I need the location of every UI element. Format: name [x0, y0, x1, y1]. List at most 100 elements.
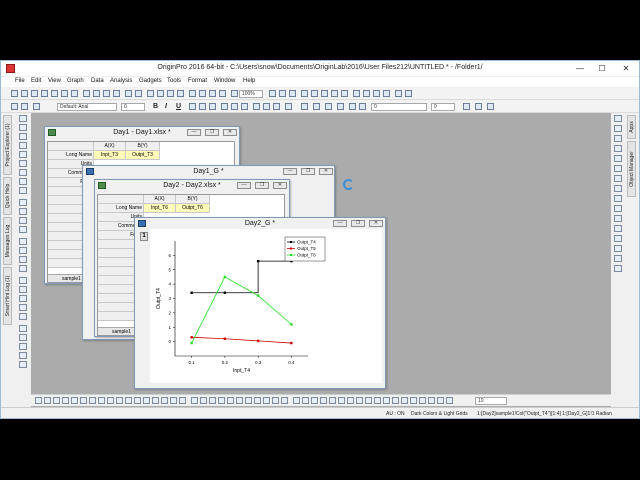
column-plot-icon[interactable] — [62, 397, 69, 404]
pie-chart-icon[interactable] — [98, 397, 105, 404]
layer-indicator[interactable]: 1 — [140, 232, 148, 241]
unlock-icon[interactable] — [11, 103, 18, 110]
import-excel-icon[interactable] — [177, 90, 184, 97]
zoom-in-icon[interactable] — [269, 90, 276, 97]
restore-icon[interactable]: ❐ — [301, 168, 315, 175]
menu-tools[interactable]: Tools — [167, 78, 181, 84]
edit-icon[interactable] — [33, 103, 40, 110]
differentiate-icon[interactable] — [272, 397, 279, 404]
symbol-size-icon[interactable] — [487, 103, 494, 110]
new-notes-icon[interactable] — [61, 90, 68, 97]
subscript-icon[interactable] — [199, 103, 206, 110]
col-b-long-name[interactable]: Outpt_T3 — [126, 151, 160, 160]
maximize-button[interactable]: ☐ — [591, 61, 613, 76]
add-text-icon[interactable] — [428, 397, 435, 404]
add-arrow-icon[interactable] — [437, 397, 444, 404]
axes-dialog-icon[interactable] — [329, 397, 336, 404]
y-axis-icon[interactable] — [614, 255, 622, 262]
top-axis-icon[interactable] — [614, 265, 622, 272]
rotate-tool-icon[interactable] — [19, 286, 27, 293]
copy-format-icon[interactable] — [347, 397, 354, 404]
new-folder-icon[interactable] — [353, 90, 360, 97]
bottom-zoom-field[interactable]: 10 — [475, 397, 507, 405]
quick-help-tab[interactable]: Quick Help — [3, 177, 12, 215]
ternary-plot-icon[interactable] — [152, 397, 159, 404]
fill-color-icon[interactable] — [313, 103, 320, 110]
date-time-icon[interactable] — [614, 155, 622, 162]
import-single-icon[interactable] — [147, 90, 154, 97]
ellipse-tool-icon[interactable] — [19, 247, 27, 254]
font-color-icon[interactable] — [273, 103, 280, 110]
grid-lines-icon[interactable] — [365, 397, 372, 404]
close-button[interactable]: ✕ — [615, 61, 637, 76]
center-align-icon[interactable] — [263, 103, 270, 110]
bold-button[interactable]: B — [153, 103, 158, 110]
screen-reader-icon[interactable] — [19, 142, 27, 149]
zoom-tool-icon[interactable] — [19, 124, 27, 131]
x-axis-icon[interactable] — [614, 245, 622, 252]
text-tool-icon[interactable] — [19, 199, 27, 206]
extract-icon[interactable] — [614, 185, 622, 192]
learning-center-icon[interactable] — [405, 90, 412, 97]
digitizer-icon[interactable] — [419, 397, 426, 404]
open-icon[interactable] — [83, 90, 90, 97]
close-icon[interactable]: ✕ — [319, 168, 333, 175]
new-link-icon[interactable] — [614, 175, 622, 182]
minimize-icon[interactable]: — — [283, 168, 297, 175]
stacked-column-icon[interactable] — [80, 397, 87, 404]
template-icon[interactable] — [209, 397, 216, 404]
recent-graphs-icon[interactable] — [113, 90, 120, 97]
add-plot-icon[interactable] — [311, 397, 318, 404]
code-builder-icon[interactable] — [341, 90, 348, 97]
increase-font-icon[interactable] — [231, 103, 238, 110]
add-layer-icon[interactable] — [383, 90, 390, 97]
add-line-icon[interactable] — [446, 397, 453, 404]
smooth-icon[interactable] — [218, 397, 225, 404]
greek-icon[interactable] — [221, 103, 228, 110]
data-reader-icon[interactable] — [19, 151, 27, 158]
timestamp-icon[interactable] — [614, 165, 622, 172]
lock-icon[interactable] — [21, 103, 28, 110]
import-wizard-icon[interactable] — [167, 90, 174, 97]
font-select[interactable]: Default: Arial — [57, 103, 117, 111]
new-matrix-icon[interactable] — [41, 90, 48, 97]
align-layer-icon[interactable] — [614, 225, 622, 232]
polar-plot-icon[interactable] — [143, 397, 150, 404]
zoom-select[interactable]: 100% — [239, 90, 263, 98]
copy-page-icon[interactable] — [231, 90, 238, 97]
hide-axis-icon[interactable] — [374, 397, 381, 404]
layer-icon[interactable] — [614, 115, 622, 122]
command-window-icon[interactable] — [331, 90, 338, 97]
col-a-long-name[interactable]: Inpt_T3 — [94, 151, 126, 160]
object-manager-tab[interactable]: Object Manager — [627, 141, 636, 197]
menu-edit[interactable]: Edit — [31, 78, 41, 84]
3d-bar-icon[interactable] — [179, 397, 186, 404]
line-color-icon[interactable] — [301, 103, 308, 110]
col-a-header[interactable]: A(X) — [94, 142, 126, 151]
minimize-icon[interactable]: — — [187, 129, 201, 136]
show-frame-icon[interactable] — [383, 397, 390, 404]
menu-data[interactable]: Data — [91, 78, 104, 84]
messages-log-tab[interactable]: Messages Log — [3, 217, 12, 265]
restore-icon[interactable]: ❐ — [255, 182, 269, 189]
project-explorer-icon[interactable] — [301, 90, 308, 97]
insert-equation-icon[interactable] — [19, 304, 27, 311]
save-template-icon[interactable] — [135, 90, 142, 97]
theme-icon[interactable] — [401, 397, 408, 404]
new-layout-icon[interactable] — [71, 90, 78, 97]
bar-plot-icon[interactable] — [71, 397, 78, 404]
legend-icon[interactable] — [614, 135, 622, 142]
recent-books-icon[interactable] — [103, 90, 110, 97]
menu-graph[interactable]: Graph — [67, 78, 84, 84]
menu-file[interactable]: File — [15, 78, 25, 84]
polygon-tool-icon[interactable] — [19, 256, 27, 263]
scatter-plot-icon[interactable] — [44, 397, 51, 404]
ungroup-icon[interactable] — [19, 352, 27, 359]
integrate-icon[interactable] — [263, 397, 270, 404]
pattern-icon[interactable] — [325, 103, 332, 110]
group-icon[interactable] — [19, 343, 27, 350]
script-window-icon[interactable] — [321, 90, 328, 97]
import-multiple-icon[interactable] — [157, 90, 164, 97]
new-excel-icon[interactable] — [395, 90, 402, 97]
swap-layer-icon[interactable] — [614, 215, 622, 222]
